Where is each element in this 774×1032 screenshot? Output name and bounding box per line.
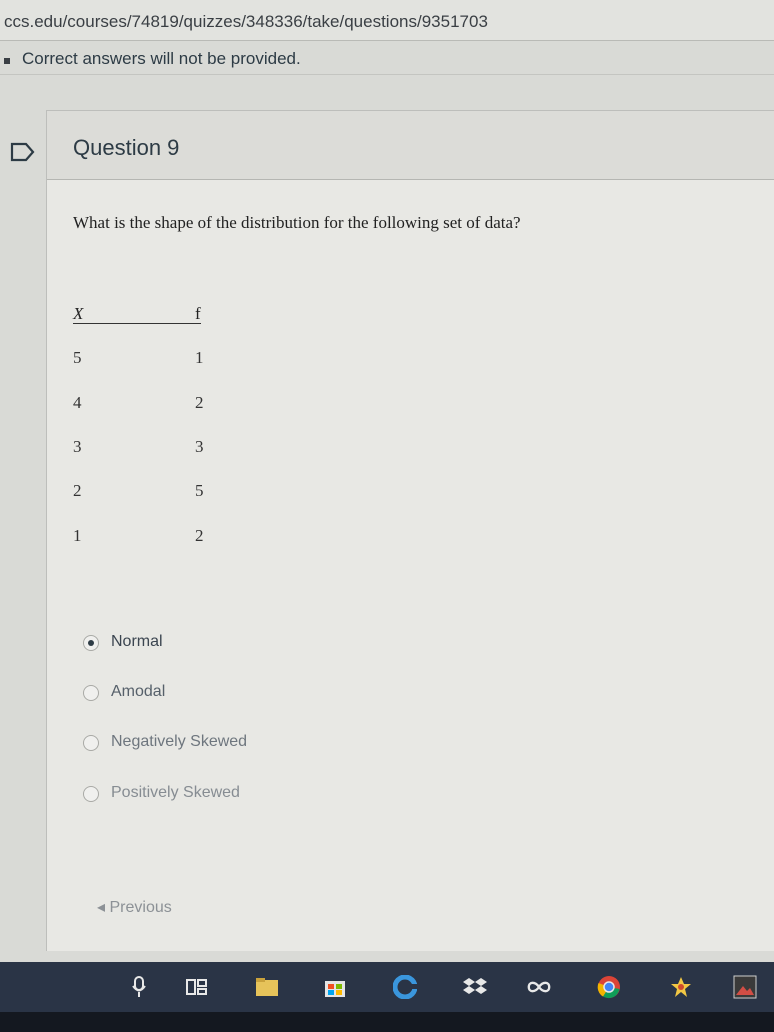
radio-button[interactable] <box>83 685 99 701</box>
store-icon[interactable] <box>322 974 348 1000</box>
chrome-icon[interactable] <box>596 974 622 1000</box>
question-card: Question 9 What is the shape of the dist… <box>46 110 774 951</box>
microphone-icon[interactable] <box>126 974 152 1000</box>
infinity-icon[interactable] <box>526 974 552 1000</box>
table-cell-x: 3 <box>73 437 82 456</box>
dropbox-icon[interactable] <box>462 974 488 1000</box>
table-cell-x: 1 <box>73 526 82 545</box>
radio-button[interactable] <box>83 635 99 651</box>
option-label[interactable]: Normal <box>111 633 163 651</box>
table-header-x: X <box>73 304 84 323</box>
table-header-f: f <box>195 304 201 323</box>
table-cell-f: 5 <box>195 481 204 500</box>
file-explorer-icon[interactable] <box>254 974 280 1000</box>
photos-icon[interactable] <box>732 974 758 1000</box>
previous-button[interactable]: ◂ Previous <box>97 897 172 917</box>
question-prompt: What is the shape of the distribution fo… <box>73 213 521 232</box>
question-title: Question 9 <box>73 135 180 160</box>
quiz-notice: Correct answers will not be provided. <box>0 44 774 75</box>
address-bar[interactable]: ccs.edu/courses/74819/quizzes/348336/tak… <box>0 0 774 41</box>
radio-button[interactable] <box>83 786 99 802</box>
task-view-icon[interactable] <box>184 974 210 1000</box>
table-header-rule <box>73 323 201 324</box>
option-label[interactable]: Amodal <box>111 683 165 701</box>
table-cell-x: 4 <box>73 393 82 412</box>
url-text[interactable]: ccs.edu/courses/74819/quizzes/348336/tak… <box>4 12 488 32</box>
bullet-icon <box>4 58 10 64</box>
option-label[interactable]: Negatively Skewed <box>111 733 247 751</box>
table-cell-x: 5 <box>73 348 82 367</box>
table-cell-f: 3 <box>195 437 204 456</box>
edge-icon[interactable] <box>392 974 418 1000</box>
question-header: Question 9 <box>47 111 774 180</box>
option-label[interactable]: Positively Skewed <box>111 784 240 802</box>
table-cell-x: 2 <box>73 481 82 500</box>
radio-button[interactable] <box>83 735 99 751</box>
notice-text: Correct answers will not be provided. <box>22 49 301 68</box>
screen-bezel <box>0 1012 774 1032</box>
flag-question-icon[interactable] <box>10 142 36 162</box>
taskbar <box>0 962 774 1012</box>
table-cell-f: 2 <box>195 393 204 412</box>
app-icon[interactable] <box>668 974 694 1000</box>
previous-label[interactable]: Previous <box>109 899 171 916</box>
table-cell-f: 2 <box>195 526 204 545</box>
table-cell-f: 1 <box>195 348 204 367</box>
chevron-left-icon: ◂ <box>97 899 110 916</box>
